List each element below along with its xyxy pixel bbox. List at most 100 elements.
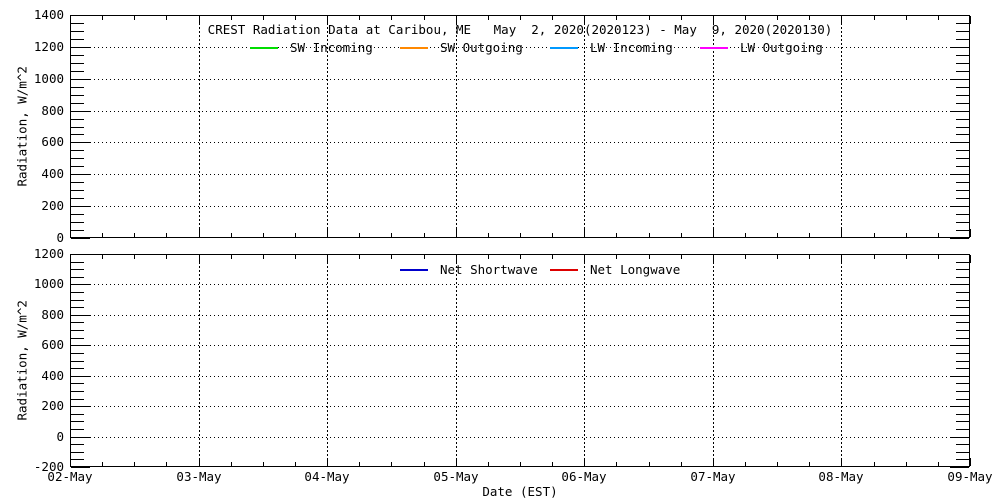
x-minor-tick [424,255,425,259]
x-minor-tick [231,255,232,259]
x-minor-tick [166,233,167,237]
y-tick-label: 1200 [0,247,64,260]
legend-line-lw-outgoing [700,47,728,49]
x-minor-tick [616,462,617,466]
y-major-tick [950,406,969,407]
x-minor-tick [616,255,617,259]
y-minor-tick [71,23,84,24]
x-major-tick [841,458,842,466]
x-major-tick [456,16,457,24]
y-minor-tick [956,330,969,331]
y-minor-tick [71,230,84,231]
x-major-tick [713,458,714,466]
y-major-tick [950,284,969,285]
x-major-tick [713,229,714,237]
y-major-tick [71,15,90,16]
x-major-tick [713,255,714,263]
x-minor-tick [938,462,939,466]
x-minor-tick [359,462,360,466]
x-minor-tick [134,233,135,237]
y-minor-tick [956,23,969,24]
y-minor-tick [71,95,84,96]
y-major-tick [950,437,969,438]
x-major-tick [970,458,971,466]
x-tick-label: 06-May [544,470,624,483]
y-minor-tick [956,421,969,422]
y-tick-label: 0 [0,430,64,443]
x-minor-tick [520,233,521,237]
y-minor-tick [71,292,84,293]
y-major-tick [71,437,90,438]
x-minor-tick [777,16,778,20]
x-minor-tick [874,16,875,20]
x-minor-tick [520,255,521,259]
y-minor-tick [71,71,84,72]
x-minor-tick [552,16,553,20]
x-minor-tick [906,16,907,20]
y-major-tick [71,315,90,316]
x-minor-tick [295,233,296,237]
x-minor-tick [809,233,810,237]
y-tick-label: 1000 [0,277,64,290]
y-minor-tick [71,353,84,354]
x-minor-tick [777,233,778,237]
legend-line-sw-incoming [250,47,278,49]
y-major-tick [71,345,90,346]
x-minor-tick [295,16,296,20]
x-minor-tick [166,462,167,466]
y-major-tick [71,111,90,112]
x-minor-tick [134,255,135,259]
y-minor-tick [956,87,969,88]
y-major-tick [71,206,90,207]
y-minor-tick [71,31,84,32]
x-tick-label: 04-May [287,470,367,483]
x-minor-tick [166,16,167,20]
y-minor-tick [71,361,84,362]
x-minor-tick [777,255,778,259]
x-minor-tick [906,233,907,237]
y-minor-tick [71,277,84,278]
legend-line-lw-incoming [550,47,578,49]
y-minor-tick [956,277,969,278]
x-major-tick [584,255,585,263]
x-major-tick [199,458,200,466]
x-tick-label: 02-May [30,470,110,483]
y-major-tick [950,345,969,346]
x-minor-tick [874,233,875,237]
y-tick-label: 600 [0,338,64,351]
y-minor-tick [956,383,969,384]
x-major-tick [70,458,71,466]
legend-line-net-longwave [550,269,578,271]
y-minor-tick [956,166,969,167]
x-minor-tick [681,462,682,466]
x-minor-tick [102,255,103,259]
y-minor-tick [71,63,84,64]
y-major-tick [71,467,90,468]
x-minor-tick [359,255,360,259]
y-minor-tick [71,39,84,40]
y-minor-tick [71,119,84,120]
y-minor-tick [71,150,84,151]
y-minor-tick [956,190,969,191]
x-major-tick [199,255,200,263]
x-minor-tick [745,233,746,237]
y-minor-tick [71,307,84,308]
x-minor-tick [359,16,360,20]
legend-line-sw-outgoing [400,47,428,49]
x-major-tick [584,229,585,237]
y-tick-label: 800 [0,308,64,321]
y-major-tick [950,206,969,207]
y-minor-tick [956,322,969,323]
x-minor-tick [295,462,296,466]
x-major-tick [327,229,328,237]
y-minor-tick [71,214,84,215]
x-minor-tick [777,462,778,466]
x-minor-tick [552,462,553,466]
x-minor-tick [488,255,489,259]
y-minor-tick [956,119,969,120]
y-minor-tick [71,429,84,430]
y-minor-tick [71,55,84,56]
y-minor-tick [956,300,969,301]
y-tick-label: 400 [0,369,64,382]
y-minor-tick [71,383,84,384]
